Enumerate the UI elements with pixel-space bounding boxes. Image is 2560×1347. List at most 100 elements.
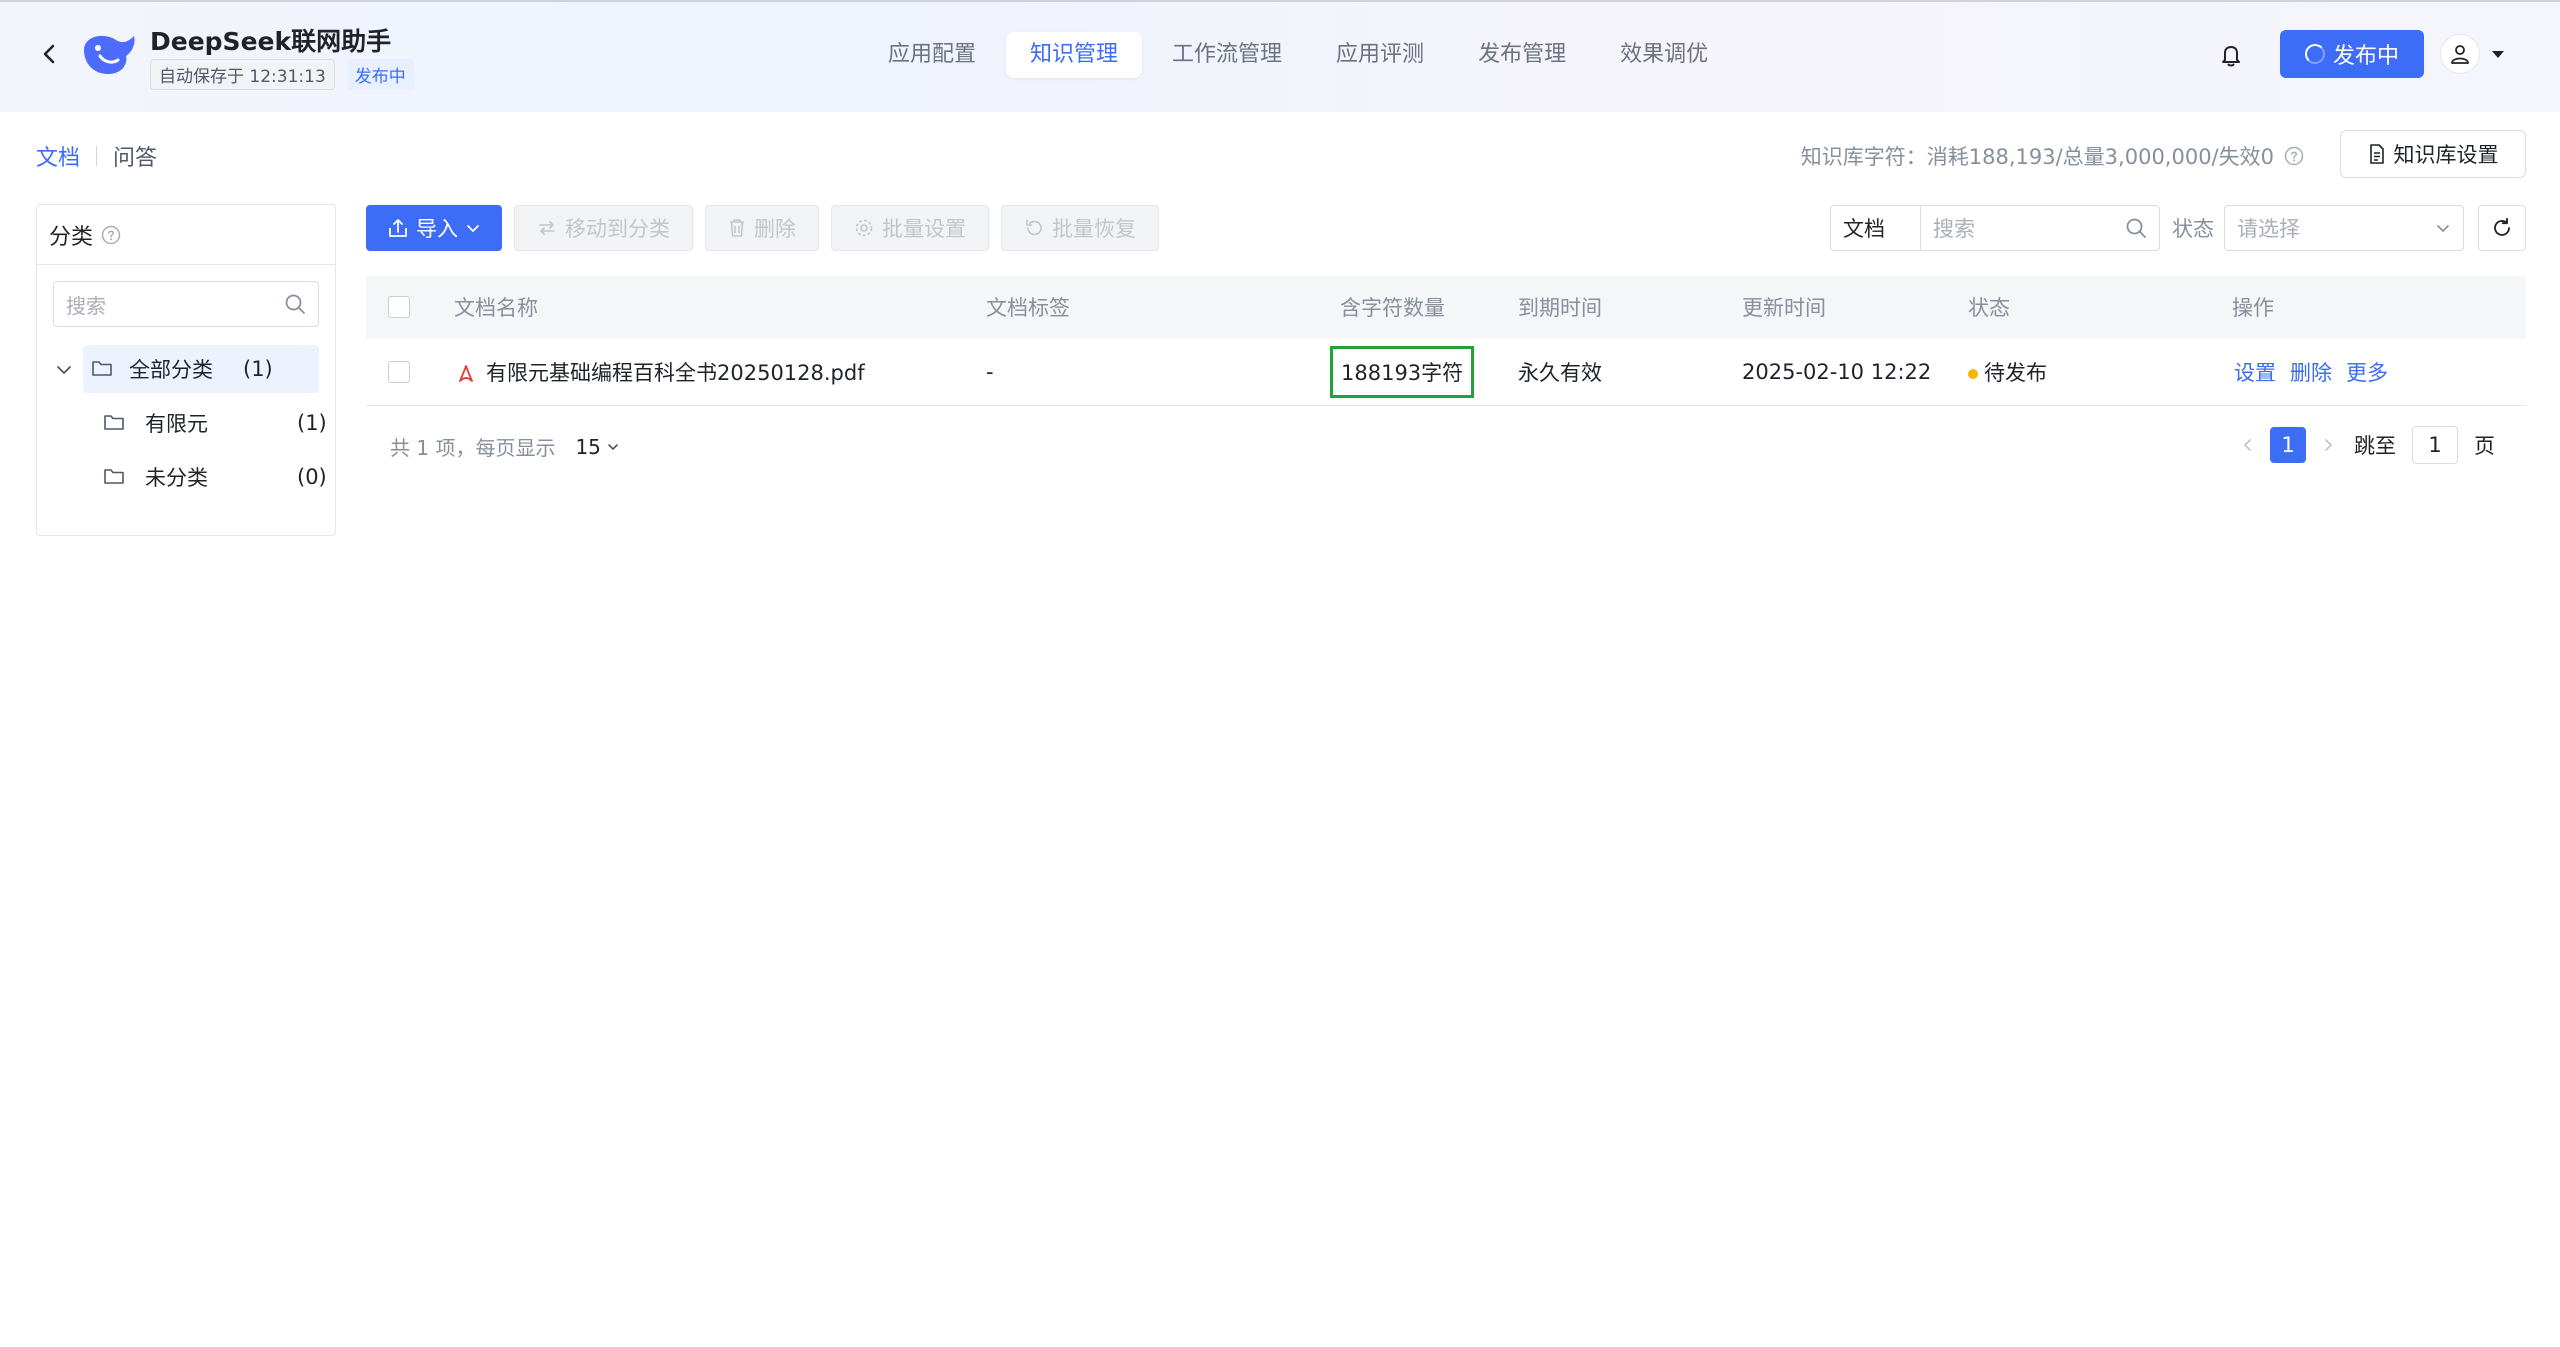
help-circle-icon[interactable] xyxy=(2284,146,2304,166)
chevron-down-icon xyxy=(2437,225,2449,233)
table-header: 文档名称 文档标签 含字符数量 到期时间 更新时间 状态 操作 xyxy=(366,276,2526,338)
import-button[interactable]: 导入 xyxy=(366,205,502,251)
back-button[interactable] xyxy=(30,34,70,74)
batch-restore-button[interactable]: 批量恢复 xyxy=(1001,205,1159,251)
column-header: 含字符数量 xyxy=(1340,296,1445,320)
tree-item-count: (1) xyxy=(297,411,327,435)
tab-app-config[interactable]: 应用配置 xyxy=(864,32,1000,78)
caret-down-icon[interactable] xyxy=(2490,46,2506,62)
status-cell: 待发布 xyxy=(1968,357,2047,387)
page-number-current[interactable]: 1 xyxy=(2270,427,2306,463)
subtab-qa[interactable]: 问答 xyxy=(113,140,157,172)
status-text: 待发布 xyxy=(1984,360,2047,385)
table-row: 有限元基础编程百科全书20250128.pdf - 188193字符 永久有效 … xyxy=(366,338,2526,406)
filter-type-select[interactable]: 文档 xyxy=(1830,205,1920,251)
status-filter-placeholder: 请选择 xyxy=(2237,217,2300,241)
publish-button-label: 发布中 xyxy=(2332,44,2399,69)
more-link[interactable]: 更多 xyxy=(2346,361,2388,385)
tree-item-label: 未分类 xyxy=(145,466,208,490)
select-all-checkbox[interactable] xyxy=(388,296,410,318)
subtab-divider xyxy=(96,146,98,166)
column-header: 状态 xyxy=(1968,296,2010,320)
refresh-button[interactable] xyxy=(2478,205,2526,251)
tree-item-label: 全部分类 xyxy=(129,358,213,382)
app-header: DeepSeek联网助手 自动保存于 12:31:13 发布中 应用配置 知识管… xyxy=(0,0,2560,112)
page-suffix: 页 xyxy=(2474,434,2495,458)
autosave-time: 自动保存于 12:31:13 xyxy=(150,59,335,90)
user-icon xyxy=(2451,45,2469,64)
pagination-summary: 共 1 项，每页显示 15 xyxy=(390,432,619,461)
tree-item-uncategorized[interactable]: 未分类 (0) xyxy=(99,453,327,501)
loading-spinner-icon xyxy=(2304,44,2325,64)
delete-button[interactable]: 删除 xyxy=(705,205,819,251)
tree-item-label: 有限元 xyxy=(145,412,208,436)
column-header: 到期时间 xyxy=(1518,296,1602,320)
tab-evaluation[interactable]: 应用评测 xyxy=(1312,32,1448,78)
updated-time-cell: 2025-02-10 12:22 xyxy=(1742,359,1932,384)
batch-settings-label: 批量设置 xyxy=(882,217,966,241)
folder-icon xyxy=(104,469,124,484)
actions-cell: 设置 删除 更多 xyxy=(2234,357,2402,387)
row-checkbox[interactable] xyxy=(388,360,410,383)
settings-link[interactable]: 设置 xyxy=(2234,361,2276,385)
column-header: 操作 xyxy=(2232,296,2274,320)
expiry-cell: 永久有效 xyxy=(1518,360,1602,385)
doc-tags-cell: - xyxy=(986,359,994,384)
tree-item-fem[interactable]: 有限元 (1) xyxy=(99,399,327,447)
help-circle-icon[interactable] xyxy=(101,225,121,245)
tab-tuning[interactable]: 效果调优 xyxy=(1596,32,1732,78)
page-size-value: 15 xyxy=(575,434,601,459)
kb-char-stats-text: 知识库字符：消耗188,193/总量3,000,000/失效0 xyxy=(1800,145,2274,169)
status-filter-select[interactable]: 请选择 xyxy=(2224,205,2464,251)
chevron-right-icon xyxy=(2325,439,2333,451)
folder-icon xyxy=(92,361,112,376)
upload-icon xyxy=(389,219,407,237)
tab-knowledge[interactable]: 知识管理 xyxy=(1006,32,1143,78)
doc-filter: 文档 搜索 状态 请选择 xyxy=(1830,205,2464,251)
category-search-placeholder: 搜索 xyxy=(66,293,106,318)
move-to-category-button[interactable]: 移动到分类 xyxy=(514,205,693,251)
user-avatar[interactable] xyxy=(2440,34,2480,74)
batch-settings-button[interactable]: 批量设置 xyxy=(831,205,989,251)
char-count-cell: 188193字符 xyxy=(1330,345,1475,398)
pagination: 1 跳至 1 页 xyxy=(2234,426,2495,464)
delete-link[interactable]: 删除 xyxy=(2290,361,2332,385)
tab-publish[interactable]: 发布管理 xyxy=(1454,32,1590,78)
refresh-icon xyxy=(2494,217,2510,236)
search-icon xyxy=(285,294,305,314)
category-search-input[interactable]: 搜索 xyxy=(53,281,319,327)
trash-icon xyxy=(730,219,744,237)
app-title: DeepSeek联网助手 xyxy=(150,27,392,56)
move-to-category-label: 移动到分类 xyxy=(565,217,670,241)
doc-search-input[interactable]: 搜索 xyxy=(1920,205,2160,251)
page: DeepSeek联网助手 自动保存于 12:31:13 发布中 应用配置 知识管… xyxy=(0,0,2560,1347)
documents-table: 文档名称 文档标签 含字符数量 到期时间 更新时间 状态 操作 有限元基础编程百… xyxy=(366,276,2526,406)
document-icon xyxy=(2369,144,2384,164)
chevron-down-icon[interactable] xyxy=(55,361,73,379)
doc-search-placeholder: 搜索 xyxy=(1933,217,1975,241)
tree-item-all[interactable]: 全部分类 (1) xyxy=(83,345,319,393)
deepseek-whale-logo xyxy=(84,35,135,74)
tab-workflow[interactable]: 工作流管理 xyxy=(1148,32,1306,78)
publish-button[interactable]: 发布中 xyxy=(2280,30,2424,78)
doc-qa-tabs: 文档 问答 xyxy=(36,140,157,172)
category-panel: 分类 搜索 全部分类 (1) 有限元 (1) 未分类 (0) xyxy=(36,204,336,536)
main-nav: 应用配置 知识管理 工作流管理 应用评测 发布管理 效果调优 xyxy=(864,32,1738,78)
bell-icon[interactable] xyxy=(2216,40,2246,70)
jump-page-input[interactable]: 1 xyxy=(2412,426,2458,464)
batch-restore-label: 批量恢复 xyxy=(1052,217,1136,241)
column-header: 更新时间 xyxy=(1742,296,1826,320)
jump-label: 跳至 xyxy=(2354,434,2396,458)
swap-arrows-icon xyxy=(539,221,555,235)
doc-name-cell[interactable]: 有限元基础编程百科全书20250128.pdf xyxy=(456,357,865,387)
status-filter-label: 状态 xyxy=(2172,217,2214,241)
search-icon xyxy=(2126,218,2146,238)
next-page-button[interactable] xyxy=(2314,438,2342,452)
kb-settings-button[interactable]: 知识库设置 xyxy=(2340,130,2526,178)
import-button-label: 导入 xyxy=(416,217,458,241)
subtab-documents[interactable]: 文档 xyxy=(36,140,80,172)
page-size-select[interactable]: 15 xyxy=(575,435,618,459)
prev-page-button[interactable] xyxy=(2234,438,2262,452)
kb-settings-label: 知识库设置 xyxy=(2393,143,2499,167)
delete-label: 删除 xyxy=(754,217,796,241)
